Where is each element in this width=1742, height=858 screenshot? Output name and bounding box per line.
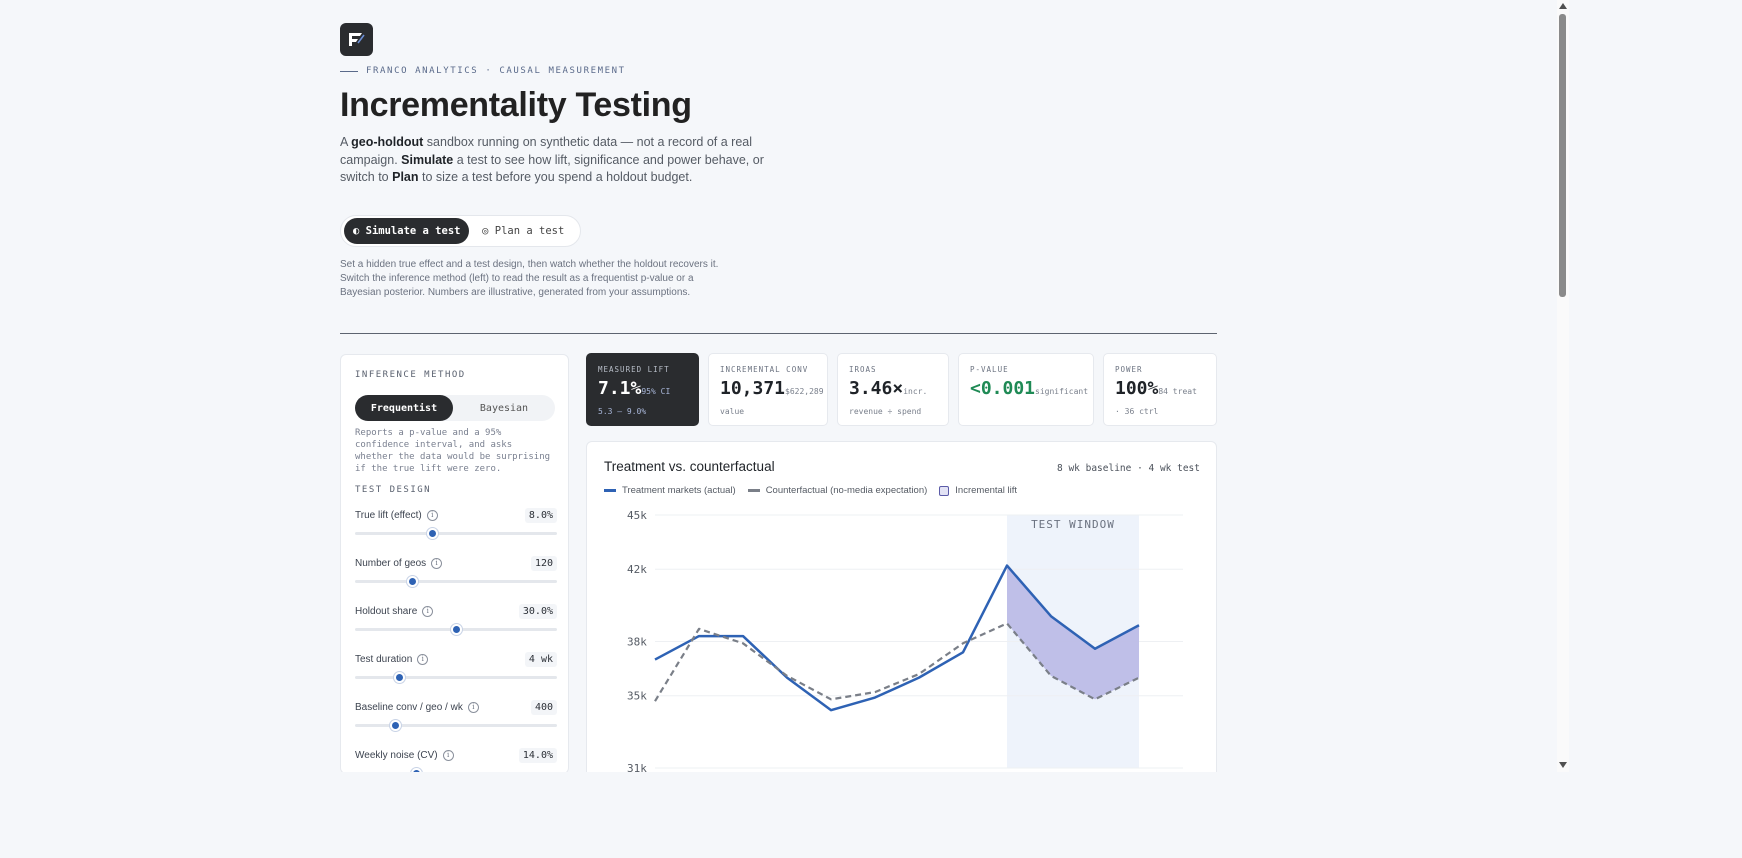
slider-value: 400 [530,700,557,715]
slider-label: Number of geos i [355,558,443,569]
kpi-incremental-conv: INCREMENTAL CONV 10,371$622,289 value [708,353,828,426]
intro-geo-holdout: geo-holdout [351,135,424,149]
y-tick-label: 42k [627,563,647,576]
test-design-label: TEST DESIGN [355,485,432,495]
intro-t1: A [340,135,352,149]
kpi-label: INCREMENTAL CONV [720,365,809,374]
kpi-value: 7.1% [598,378,642,399]
slider-track[interactable] [355,532,557,535]
kpi-line: 3.46×incr. revenue ÷ spend [849,380,937,420]
plan-test-button[interactable]: ◎ Plan a test [469,218,577,244]
info-icon[interactable]: i [426,510,438,521]
mode-toggle: ◐ Simulate a test ◎ Plan a test [340,215,581,247]
test-window-label: TEST WINDOW [1031,518,1115,531]
mode-description: Set a hidden true effect and a test desi… [340,259,719,299]
kpi-iroas: IROAS 3.46×incr. revenue ÷ spend [837,353,949,426]
slider-thumb[interactable] [390,720,402,731]
franco-logo[interactable] [340,23,373,56]
simulate-test-button[interactable]: ◐ Simulate a test [344,218,470,244]
kpi-value: 100% [1115,378,1159,399]
kpi-value: 3.46× [849,378,904,399]
slider-thumb[interactable] [394,672,406,683]
intro-simulate: Simulate [401,152,454,167]
bayesian-button[interactable]: Bayesian [453,395,555,421]
slider-value: 4 wk [524,652,557,667]
kpi-label: P-VALUE [970,365,1009,374]
logo-mark-icon [349,33,365,46]
slider-thumb[interactable] [406,576,418,587]
kpi-power: POWER 100%84 treat · 36 ctrl [1103,353,1217,426]
inference-toggle: Frequentist Bayesian [355,395,555,421]
scroll-down-icon[interactable] [1559,762,1567,768]
info-icon[interactable]: i [467,702,479,713]
kpi-p-value: P-VALUE <0.001significant [958,353,1094,426]
chart-plot: TEST WINDOW 31k 35k 38k 42k 45k [627,509,1183,772]
scroll-up-icon[interactable] [1559,3,1567,9]
intro-t4: to size a test before you spend a holdou… [418,170,693,185]
slider-label-text: Baseline conv / geo / wk [355,702,463,713]
slider-weekly-noise: Weekly noise (CV) i 14.0% [355,748,557,772]
y-tick-label: 45k [627,509,647,522]
info-icon[interactable]: i [417,654,429,665]
slider-label: True lift (effect) i [355,510,438,521]
slider-value: 30.0% [518,604,557,619]
controls-panel: INFERENCE METHOD Frequentist Bayesian Re… [340,354,569,772]
scrollbar-thumb[interactable] [1559,14,1566,297]
kpi-row: MEASURED LIFT 7.1%95% CI 5.3 – 9.0% INCR… [586,353,1217,427]
slider-label-text: Holdout share [355,606,418,617]
kpi-label: MEASURED LIFT [598,365,670,374]
y-tick-label: 38k [627,636,647,649]
slider-label: Test duration i [355,654,429,665]
slider-track[interactable] [355,676,557,679]
slider-track[interactable] [355,580,557,583]
slider-baseline-conv: Baseline conv / geo / wk i 400 [355,700,557,742]
kpi-label: POWER [1115,365,1143,374]
slider-label: Weekly noise (CV) i [355,750,454,761]
section-divider [340,333,1217,334]
kpi-value: 10,371 [720,378,786,399]
kpi-line: 10,371$622,289 value [720,378,824,420]
eyebrow-rule [340,70,358,72]
slider-true-lift: True lift (effect) i 8.0% [355,508,557,550]
inference-description: Reports a p-value and a 95% confidence i… [355,428,551,474]
intro-plan: Plan [392,170,419,185]
info-icon[interactable]: i [442,750,454,761]
page-title: Incrementality Testing [340,86,692,124]
eyebrow-text: FRANCO ANALYTICS · CAUSAL MEASUREMENT [366,66,626,76]
slider-value: 14.0% [518,748,557,763]
kpi-label: IROAS [849,365,877,374]
slider-test-duration: Test duration i 4 wk [355,652,557,694]
slider-number-of-geos: Number of geos i 120 [355,556,557,598]
slider-label: Baseline conv / geo / wk i [355,702,479,713]
y-tick-label: 31k [627,762,647,772]
chart-card: Treatment vs. counterfactual 8 wk baseli… [586,441,1217,772]
page-scrollbar[interactable] [1557,0,1569,772]
frequentist-button[interactable]: Frequentist [355,395,453,421]
kpi-sub: significant [1035,387,1089,396]
page-content: FRANCO ANALYTICS · CAUSAL MEASUREMENT In… [340,0,1217,772]
slider-label-text: Weekly noise (CV) [355,750,438,761]
kpi-measured-lift: MEASURED LIFT 7.1%95% CI 5.3 – 9.0% [586,353,699,426]
slider-label-text: Test duration [355,654,413,665]
kpi-line: 7.1%95% CI 5.3 – 9.0% [598,380,687,420]
slider-value: 120 [530,556,557,571]
slider-label-text: True lift (effect) [355,510,422,521]
slider-thumb[interactable] [451,624,462,635]
kpi-line: 100%84 treat · 36 ctrl [1115,380,1205,420]
inference-method-label: INFERENCE METHOD [355,370,466,380]
slider-thumb[interactable] [426,528,438,539]
intro-text: A geo-holdout sandbox running on synthet… [340,134,780,187]
slider-value: 8.0% [524,508,557,523]
info-icon[interactable]: i [431,558,443,569]
slider-holdout-share: Holdout share i 30.0% [355,604,557,646]
slider-label: Holdout share i [355,606,434,617]
info-icon[interactable]: i [422,606,434,617]
eyebrow: FRANCO ANALYTICS · CAUSAL MEASUREMENT [340,66,626,76]
kpi-value: <0.001 [970,378,1036,399]
slider-thumb[interactable] [410,768,422,772]
kpi-line: <0.001significant [970,378,1088,400]
slider-label-text: Number of geos [355,558,427,569]
y-tick-label: 35k [627,690,647,703]
slider-track[interactable] [355,724,557,727]
